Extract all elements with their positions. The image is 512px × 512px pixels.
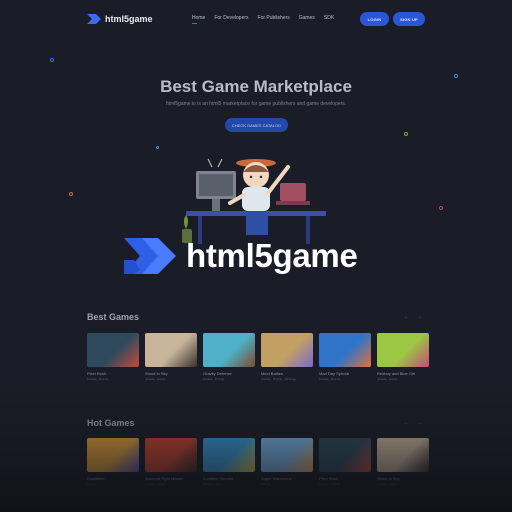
brand-arrow-icon <box>124 238 176 274</box>
login-button[interactable]: LOGIN <box>360 12 389 26</box>
game-tags: Arcade · Puzzle <box>319 482 341 486</box>
decor-dot <box>156 146 159 149</box>
game-title: Shoot in Sky <box>377 476 400 481</box>
arrow-right-icon[interactable]: → <box>417 314 422 320</box>
hero-title: Best Game Marketplace <box>160 77 352 96</box>
game-thumbnail <box>261 438 313 472</box>
check-games-catalog-button[interactable]: CHECK GAMES CATALOG <box>225 118 288 132</box>
best-games-list: Pixel Rush Arcade · Puzzle Shoot in Sky Ar… <box>87 333 429 381</box>
game-card[interactable]: Mind Battles Arcade · Puzzle · Strategy <box>261 333 313 381</box>
game-card[interactable]: Super Marmoons Arcade <box>261 438 313 486</box>
hot-games-arrows: ← → <box>404 420 422 426</box>
page: html5game Home For Developers For Publis… <box>0 0 512 512</box>
brand-text: html5game <box>186 237 358 274</box>
game-thumbnail <box>87 438 139 472</box>
arrow-left-icon[interactable]: ← <box>404 420 409 426</box>
game-card[interactable]: Shoot in Sky Arcade · Action <box>377 438 429 486</box>
game-tags: Arcade · Puzzle <box>203 377 225 381</box>
game-title: Pixel Rush <box>319 476 339 481</box>
game-tags: Arcade · Action <box>377 482 398 486</box>
game-title: Pixel Rush <box>87 371 107 376</box>
game-thumbnail <box>203 438 255 472</box>
game-thumbnail <box>261 333 313 367</box>
top-header: html5game Home For Developers For Publis… <box>0 0 512 38</box>
game-card[interactable]: Gravity Defense Arcade · Puzzle <box>203 333 255 381</box>
hero-subtitle: html5game.io is an html5 marketplace for… <box>165 101 347 107</box>
game-card[interactable]: Shoot in Sky Arcade · Action <box>145 333 197 381</box>
game-title: Zombies Shooter <box>203 476 234 481</box>
nav-sdk[interactable]: SDK <box>324 15 334 21</box>
logo-arrow-icon <box>87 14 101 24</box>
game-tags: Arcade <box>87 482 97 486</box>
game-thumbnail <box>203 333 255 367</box>
hero-illustration <box>182 158 326 244</box>
game-tags: Arcade · Puzzle <box>87 377 109 381</box>
game-title: Redboy and Blue Girl <box>377 371 416 376</box>
game-tags: Arcade · Puzzle · Strategy <box>261 377 297 381</box>
game-title: Sushitime <box>87 476 105 481</box>
arrow-right-icon[interactable]: → <box>417 420 422 426</box>
logo-text: html5game <box>105 14 153 24</box>
best-games-title: Best Games <box>87 312 140 322</box>
game-tags: Arcade · Action <box>377 377 398 381</box>
game-tags: Arcade · Action <box>145 377 166 381</box>
game-card[interactable]: Pixel Rush Arcade · Puzzle <box>87 333 139 381</box>
game-title: Gravity Defense <box>203 371 232 376</box>
game-thumbnail <box>377 333 429 367</box>
brand-overlay: html5game <box>120 234 358 278</box>
game-card[interactable]: Pixel Rush Arcade · Puzzle <box>319 438 371 486</box>
game-card[interactable]: Mad Day Special Arcade · Puzzle <box>319 333 371 381</box>
nav-for-developers[interactable]: For Developers <box>214 15 248 21</box>
hot-games-title: Hot Games <box>87 418 135 428</box>
arrow-left-icon[interactable]: ← <box>404 314 409 320</box>
game-tags: Arcade · Action <box>203 482 224 486</box>
game-title: Mind Battles <box>261 371 284 376</box>
game-title: Super Marmoons <box>261 476 292 481</box>
decor-dot <box>404 132 408 136</box>
signup-button[interactable]: SIGN UP <box>393 12 425 26</box>
best-games-arrows: ← → <box>404 314 422 320</box>
game-tags: Arcade · Action <box>145 482 166 486</box>
game-card[interactable]: Sushitime Arcade <box>87 438 139 486</box>
game-title: Mad Day Special <box>319 371 350 376</box>
game-thumbnail <box>87 333 139 367</box>
main-nav: Home For Developers For Publishers Games… <box>192 15 334 24</box>
nav-games[interactable]: Games <box>299 15 315 21</box>
decor-dot <box>50 58 54 62</box>
game-card[interactable]: Zombies Shooter Arcade · Action <box>203 438 255 486</box>
game-title: Samurai Fight Master <box>145 476 184 481</box>
game-card[interactable]: Samurai Fight Master Arcade · Action <box>145 438 197 486</box>
game-thumbnail <box>319 333 371 367</box>
nav-home[interactable]: Home <box>192 15 205 24</box>
game-thumbnail <box>145 438 197 472</box>
decor-dot <box>69 192 73 196</box>
logo[interactable]: html5game <box>87 12 153 26</box>
game-card[interactable]: Redboy and Blue Girl Arcade · Action <box>377 333 429 381</box>
game-thumbnail <box>145 333 197 367</box>
game-tags: Arcade <box>261 482 271 486</box>
game-tags: Arcade · Puzzle <box>319 377 341 381</box>
game-thumbnail <box>377 438 429 472</box>
game-thumbnail <box>319 438 371 472</box>
hot-games-list: Sushitime Arcade Samurai Fight Master Arca… <box>87 438 429 486</box>
game-title: Shoot in Sky <box>145 371 168 376</box>
nav-for-publishers[interactable]: For Publishers <box>258 15 290 21</box>
decor-dot <box>439 206 443 210</box>
